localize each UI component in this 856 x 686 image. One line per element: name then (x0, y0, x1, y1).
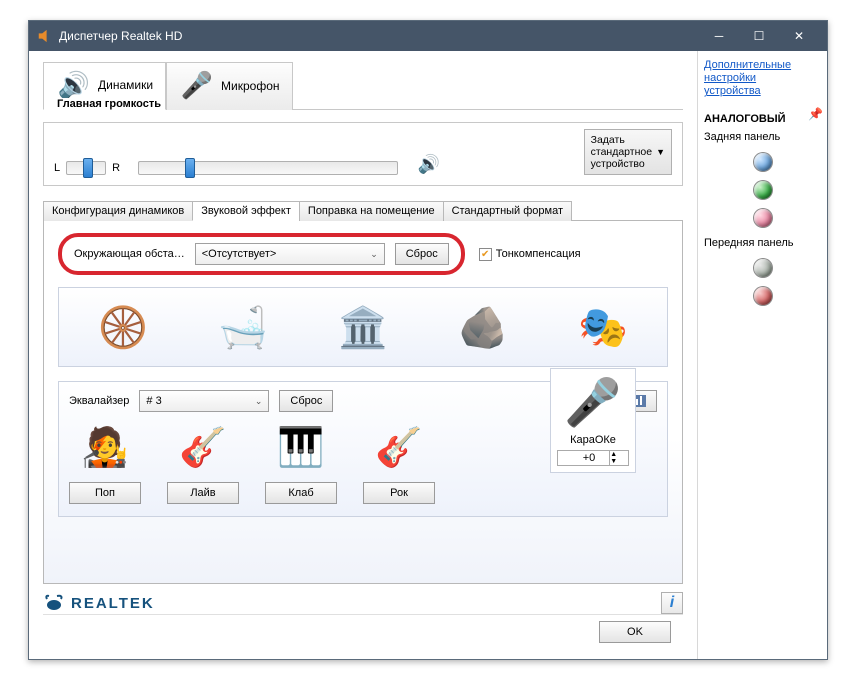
spin-down[interactable]: ▼ (610, 458, 617, 465)
tab-microphone-label: Микрофон (221, 79, 279, 93)
balance-slider[interactable] (66, 161, 106, 175)
maximize-button[interactable]: ☐ (739, 21, 779, 51)
environment-label: Окружающая обста… (74, 248, 185, 260)
titlebar: Диспетчер Realtek HD ─ ☐ ✕ (29, 21, 827, 51)
preset-bathroom[interactable]: 🛁 (188, 296, 298, 358)
mute-button[interactable]: 🔊 (416, 153, 442, 175)
ok-button[interactable]: OK (599, 621, 671, 643)
minimize-button[interactable]: ─ (699, 21, 739, 51)
preset-arena[interactable]: 🏛️ (308, 296, 418, 358)
preset-sewer[interactable]: 🛞 (68, 296, 178, 358)
chevron-down-icon: ▼ (656, 147, 665, 157)
tone-compensation-label: Тонкомпенсация (496, 248, 581, 260)
tab-microphone[interactable]: 🎤 Микрофон (166, 62, 292, 110)
equalizer-reset-button[interactable]: Сброс (279, 390, 333, 412)
speaker-app-icon (37, 29, 51, 43)
club-icon: 🎹 (271, 420, 331, 476)
karaoke-icon: 🎤 (557, 375, 629, 430)
balance-left-label: L (54, 162, 60, 174)
karaoke-box: 🎤 КараОКе +0 ▲▼ (550, 368, 636, 473)
eq-club-button[interactable]: Клаб (265, 482, 337, 504)
equalizer-preset-value: # 3 (146, 395, 161, 407)
environment-reset-button[interactable]: Сброс (395, 243, 449, 265)
settings-tabs: Конфигурация динамиков Звуковой эффект П… (43, 200, 683, 221)
app-window: Диспетчер Realtek HD ─ ☐ ✕ 🔊 Динамики 🎤 … (28, 20, 828, 660)
equalizer-label: Эквалайзер (69, 395, 129, 407)
sound-effect-panel: Окружающая обста… <Отсутствует> ⌄ Сброс … (43, 221, 683, 584)
info-button[interactable]: i (661, 592, 683, 614)
tab-default-format[interactable]: Стандартный формат (443, 201, 572, 221)
preset-opera[interactable]: 🎭 (548, 296, 658, 358)
jack-mic[interactable] (754, 209, 772, 227)
realtek-logo-text: REALTEK (71, 595, 155, 612)
preset-stone[interactable]: 🪨 (428, 296, 538, 358)
jack-line-out[interactable] (754, 181, 772, 199)
karaoke-pitch-value: +0 (569, 451, 610, 465)
environment-dropdown[interactable]: <Отсутствует> ⌄ (195, 243, 385, 265)
karaoke-label: КараОКе (557, 434, 629, 446)
eq-rock-button[interactable]: Рок (363, 482, 435, 504)
balance-right-label: R (112, 162, 120, 174)
live-icon: 🎸 (173, 420, 233, 476)
karaoke-pitch-spinner[interactable]: +0 ▲▼ (557, 450, 629, 466)
eq-live-button[interactable]: Лайв (167, 482, 239, 504)
set-default-label: Задать стандартное устройство (591, 134, 652, 170)
main-volume-title: Главная громкость (53, 98, 165, 110)
window-title: Диспетчер Realtek HD (59, 29, 699, 43)
volume-group: L R 🔊 Задать стандартное устройство ▼ (43, 122, 683, 186)
jack-front-hp[interactable] (754, 259, 772, 277)
equalizer-preset-dropdown[interactable]: # 3 ⌄ (139, 390, 269, 412)
tab-room-correction[interactable]: Поправка на помещение (299, 201, 444, 221)
analog-section-title: АНАЛОГОВЫЙ 📌 (704, 113, 821, 125)
advanced-settings-link[interactable]: Дополнительные настройки устройства (704, 59, 821, 99)
set-default-device-button[interactable]: Задать стандартное устройство ▼ (584, 129, 672, 175)
eq-pop-button[interactable]: Поп (69, 482, 141, 504)
spin-up[interactable]: ▲ (610, 451, 617, 458)
tab-speaker-config[interactable]: Конфигурация динамиков (43, 201, 193, 221)
close-button[interactable]: ✕ (779, 21, 819, 51)
chevron-down-icon: ⌄ (255, 396, 263, 407)
microphone-icon: 🎤 (179, 68, 215, 104)
side-panel: Дополнительные настройки устройства АНАЛ… (697, 51, 827, 659)
realtek-logo: REALTEK (43, 593, 155, 613)
jack-front-mic[interactable] (754, 287, 772, 305)
front-panel-label: Передняя панель (704, 237, 821, 249)
jack-line-in[interactable] (754, 153, 772, 171)
pin-icon: 📌 (808, 107, 823, 121)
rock-icon: 🎸 (369, 420, 429, 476)
chevron-down-icon: ⌄ (370, 249, 378, 260)
back-panel-label: Задняя панель (704, 131, 821, 143)
volume-slider[interactable] (138, 161, 398, 175)
environment-value: <Отсутствует> (202, 248, 277, 260)
environment-presets: 🛞 🛁 🏛️ 🪨 🎭 (58, 287, 668, 367)
tone-compensation-checkbox[interactable]: ✔ (479, 248, 492, 261)
crab-icon (43, 593, 65, 613)
environment-highlight: Окружающая обста… <Отсутствует> ⌄ Сброс (58, 233, 465, 275)
pop-icon: 🧑‍🎤 (75, 420, 135, 476)
tab-speakers-label: Динамики (98, 78, 153, 92)
tab-sound-effect[interactable]: Звуковой эффект (192, 201, 300, 221)
